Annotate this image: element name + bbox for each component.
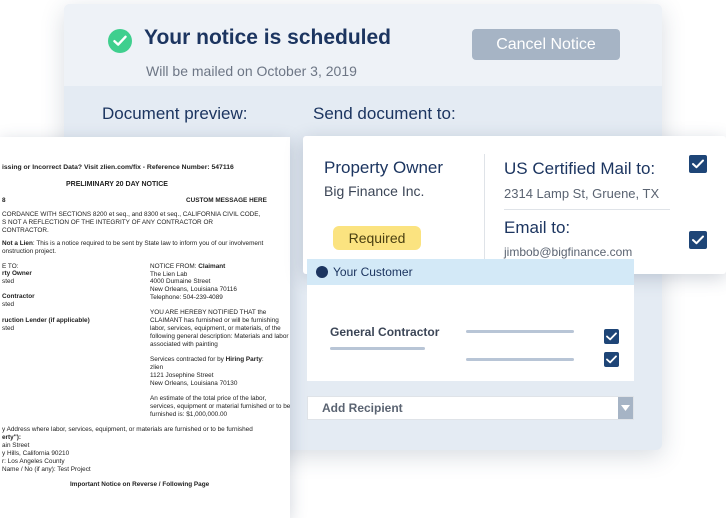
doc-footer: Important Notice on Reverse / Following … <box>70 481 210 488</box>
user-icon <box>316 266 328 278</box>
doc-property-label: erty"): <box>2 434 22 441</box>
doc-listed: sted <box>2 278 15 285</box>
doc-notified-line: labor, services, equipment, or materials… <box>150 325 281 332</box>
doc-estimate-line: An estimate of the total price of the la… <box>150 395 267 402</box>
doc-notified-line: following general description: Materials… <box>150 333 289 340</box>
doc-party-line: 1121 Josephine Street <box>150 372 214 379</box>
customer-role: General Contractor <box>330 325 440 339</box>
doc-address-line: y Address where labor, services, equipme… <box>2 426 253 433</box>
placeholder-bar <box>330 347 425 350</box>
your-customer-header[interactable]: Your Customer <box>307 259 634 285</box>
divider <box>504 209 670 210</box>
add-recipient-label: Add Recipient <box>322 401 403 415</box>
doc-notified-line: YOU ARE HEREBY NOTIFIED THAT the <box>150 309 267 316</box>
doc-reference-line: issing or Incorrect Data? Visit zlien.co… <box>2 164 234 171</box>
certified-mail-label: US Certified Mail to: <box>504 159 656 178</box>
doc-lender-label: ruction Lender (if applicable) <box>2 317 90 324</box>
check-circle-icon <box>108 29 132 53</box>
customer-checkbox[interactable] <box>604 329 619 344</box>
required-badge: Required <box>333 226 421 250</box>
chevron-down-icon[interactable] <box>618 397 633 419</box>
doc-title: PRELIMINARY 20 DAY NOTICE <box>66 181 168 188</box>
doc-notified-line: associated with painting <box>150 341 218 348</box>
placeholder-bar <box>466 330 574 333</box>
doc-services-party: Hiring Party <box>225 356 262 363</box>
doc-from-name: Claimant <box>198 263 226 270</box>
doc-party-line: zlien <box>150 364 164 371</box>
doc-party-line: New Orleans, Louisiana 70130 <box>150 380 238 387</box>
doc-from-label: NOTICE FROM: <box>150 263 197 270</box>
doc-from-line: 4000 Dumaine Street <box>150 278 211 285</box>
certified-mail-address: 2314 Lamp St, Gruene, TX <box>504 186 660 201</box>
doc-from-line: Telephone: 504-239-4089 <box>150 294 223 301</box>
mail-date-subtitle: Will be mailed on October 3, 2019 <box>146 63 357 79</box>
doc-paragraph-line: S NOT A REFLECTION OF THE INTEGRITY OF A… <box>2 219 214 226</box>
doc-property-line: ain Street <box>2 442 30 449</box>
doc-notified-line: CLAIMANT has furnished or will be furnis… <box>150 317 279 324</box>
email-label: Email to: <box>504 218 571 237</box>
email-address: jimbob@bigfinance.com <box>504 245 633 259</box>
doc-services-pre: Services contracted for by <box>150 356 226 363</box>
doc-custom-message: CUSTOM MESSAGE HERE <box>186 197 267 204</box>
doc-lien-label: Not a Lien <box>2 240 33 247</box>
doc-property-line: y Hills, California 90210 <box>2 450 70 457</box>
doc-contractor-label: Contractor <box>2 293 35 300</box>
doc-property-line: Name / No (if any): Test Project <box>2 466 91 473</box>
customer-checkbox[interactable] <box>604 352 619 367</box>
doc-lien-text: : This is a notice required to be sent b… <box>32 240 264 247</box>
your-customer-label: Your Customer <box>333 265 413 279</box>
doc-lien-text-2: onstruction project. <box>2 248 56 255</box>
doc-listed: sted <box>2 301 15 308</box>
doc-estimate-line: services, equipment or material furnishe… <box>150 403 290 410</box>
doc-owner-label: rty Owner <box>2 270 32 277</box>
document-preview[interactable]: issing or Incorrect Data? Visit zlien.co… <box>0 137 290 518</box>
doc-from-line: New Orleans, Louisiana 70116 <box>150 286 237 293</box>
recipient-role: Property Owner <box>324 158 444 177</box>
add-recipient-dropdown[interactable]: Add Recipient <box>307 396 634 420</box>
doc-paragraph-line: CONTRACTOR. <box>2 227 49 234</box>
doc-services-post: : <box>261 356 264 363</box>
document-preview-heading: Document preview: <box>102 104 248 123</box>
send-document-heading: Send document to: <box>313 104 456 123</box>
doc-estimate-line: furnished is: $1,000,000.00 <box>150 411 228 418</box>
divider <box>484 154 485 260</box>
placeholder-bar <box>466 358 574 361</box>
doc-listed: sted <box>2 325 15 332</box>
page-title: Your notice is scheduled <box>144 26 391 49</box>
doc-paragraph-line: CORDANCE WITH SECTIONS 8200 et seq., and… <box>2 211 261 218</box>
certified-mail-checkbox[interactable] <box>689 155 707 173</box>
email-checkbox[interactable] <box>689 231 707 249</box>
doc-code: 8 <box>2 197 6 204</box>
doc-property-line: r: Los Angeles County <box>2 458 65 465</box>
cancel-notice-button[interactable]: Cancel Notice <box>472 29 620 60</box>
recipient-name: Big Finance Inc. <box>324 183 425 199</box>
